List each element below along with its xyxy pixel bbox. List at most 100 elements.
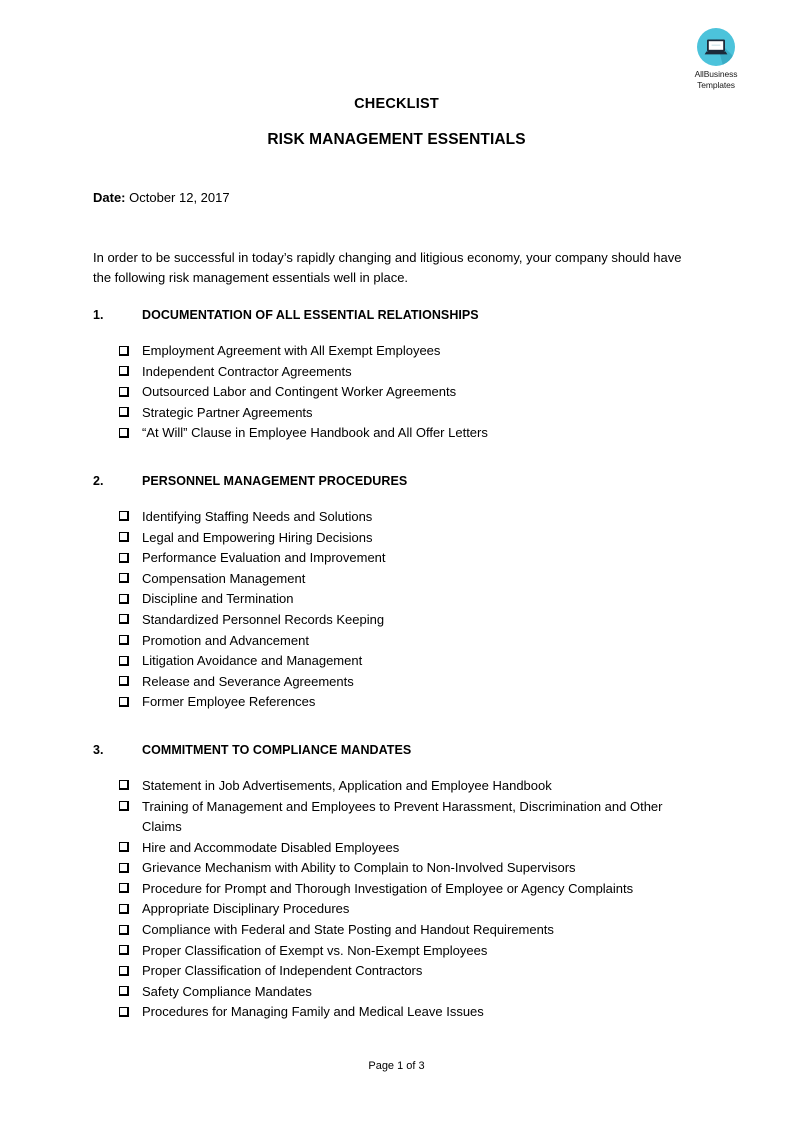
checkbox-icon[interactable] xyxy=(119,982,142,1003)
section-title: DOCUMENTATION OF ALL ESSENTIAL RELATIONS… xyxy=(142,308,479,322)
checkbox-square xyxy=(119,842,129,853)
checklist-item[interactable]: Performance Evaluation and Improvement xyxy=(93,548,703,569)
checklist-item-label: Employment Agreement with All Exempt Emp… xyxy=(142,343,441,358)
checkbox-icon[interactable] xyxy=(119,692,142,713)
checkbox-icon[interactable] xyxy=(119,899,142,920)
checklist-item[interactable]: Hire and Accommodate Disabled Employees xyxy=(93,838,703,859)
checklist-item-label: Standardized Personnel Records Keeping xyxy=(142,611,385,627)
checkbox-icon[interactable] xyxy=(119,362,142,383)
checkbox-icon[interactable] xyxy=(119,610,142,631)
brand-logo: AllBusiness Templates xyxy=(672,28,760,90)
checkbox-icon[interactable] xyxy=(119,507,142,528)
checklist-item[interactable]: Standardized Personnel Records Keeping xyxy=(93,610,703,631)
checkbox-square xyxy=(119,345,129,356)
checklist-item[interactable]: Grievance Mechanism with Ability to Comp… xyxy=(93,858,703,879)
checkbox-square xyxy=(119,676,129,687)
checkbox-icon[interactable] xyxy=(119,528,142,549)
document-subtitle: RISK MANAGEMENT ESSENTIALS xyxy=(267,131,526,148)
document-page: AllBusiness Templates CHECKLIST RISK MAN… xyxy=(0,0,793,1122)
section-number: 2. xyxy=(93,473,104,488)
section-heading: 3. COMMITMENT TO COMPLIANCE MANDATES xyxy=(93,741,703,759)
checklist-item[interactable]: Former Employee References xyxy=(93,692,703,713)
date-line: Date: October 12, 2017 xyxy=(93,189,230,206)
brand-name-line2: Templates xyxy=(697,79,735,90)
document-title: CHECKLIST xyxy=(354,96,439,112)
checkbox-square xyxy=(119,903,129,914)
checklist-item-label: Proper Classification of Independent Con… xyxy=(142,963,423,979)
checkbox-icon[interactable] xyxy=(119,631,142,652)
checklist-item[interactable]: “At Will” Clause in Employee Handbook an… xyxy=(93,423,703,444)
checklist-item[interactable]: Procedures for Managing Family and Medic… xyxy=(93,1002,703,1023)
checklist-item[interactable]: Litigation Avoidance and Management xyxy=(93,651,703,672)
checklist-item-label: “At Will” Clause in Employee Handbook an… xyxy=(142,425,488,441)
checklist-item-label: Safety Compliance Mandates xyxy=(142,983,312,999)
checkbox-icon[interactable] xyxy=(119,879,142,900)
checkbox-square xyxy=(119,965,129,976)
checkbox-square xyxy=(119,696,129,707)
checklist-item[interactable]: Strategic Partner Agreements xyxy=(93,403,703,424)
checklist-item-label: Identifying Staffing Needs and Solutions xyxy=(142,508,373,524)
brand-name: AllBusiness Templates xyxy=(672,69,760,90)
checkbox-icon[interactable] xyxy=(119,403,142,424)
checklist-item-label: Legal and Empowering Hiring Decisions xyxy=(142,529,373,545)
checkbox-square xyxy=(119,573,129,584)
checkbox-icon[interactable] xyxy=(119,1002,142,1023)
checklist-item[interactable]: Employment Agreement with All Exempt Emp… xyxy=(93,341,703,362)
checklist-item[interactable]: Proper Classification of Independent Con… xyxy=(93,961,703,982)
checklist-section: 1. DOCUMENTATION OF ALL ESSENTIAL RELATIO… xyxy=(93,306,703,444)
checklist-item[interactable]: Proper Classification of Exempt vs. Non-… xyxy=(93,941,703,962)
checklist-item[interactable]: Outsourced Labor and Contingent Worker A… xyxy=(93,382,703,403)
section-number: 3. xyxy=(93,742,104,757)
checklist-item[interactable]: Independent Contractor Agreements xyxy=(93,362,703,383)
checkbox-square xyxy=(119,427,129,438)
checklist-item[interactable]: Procedure for Prompt and Thorough Invest… xyxy=(93,879,703,900)
checkbox-icon[interactable] xyxy=(119,672,142,693)
laptop-icon xyxy=(704,39,728,55)
checkbox-icon[interactable] xyxy=(119,920,142,941)
checklist-item[interactable]: Compensation Management xyxy=(93,569,703,590)
checklist-item-label: Hire and Accommodate Disabled Employees xyxy=(142,839,400,855)
checklist-item[interactable]: Training of Management and Employees to … xyxy=(93,797,703,838)
checklist-item[interactable]: Appropriate Disciplinary Procedures xyxy=(93,899,703,920)
checklist-item-label: Procedures for Managing Family and Medic… xyxy=(142,1004,484,1020)
checkbox-icon[interactable] xyxy=(119,776,142,797)
section-heading: 1. DOCUMENTATION OF ALL ESSENTIAL RELATIO… xyxy=(93,306,703,324)
checklist-item-label: Compensation Management xyxy=(142,570,306,586)
checklist-item-label: Release and Severance Agreements xyxy=(142,673,354,689)
checkbox-icon[interactable] xyxy=(119,651,142,672)
checklist-item-label: Compliance with Federal and State Postin… xyxy=(142,922,554,938)
checklist-item[interactable]: Safety Compliance Mandates xyxy=(93,982,703,1003)
checklist-item[interactable]: Promotion and Advancement xyxy=(93,631,703,652)
checkbox-icon[interactable] xyxy=(119,589,142,610)
checkbox-square xyxy=(119,862,129,873)
checklist-item-label: Procedure for Prompt and Thorough Invest… xyxy=(142,880,634,896)
section-heading: 2. PERSONNEL MANAGEMENT PROCEDURES xyxy=(93,472,703,490)
checklist-sections: 1. DOCUMENTATION OF ALL ESSENTIAL RELATIO… xyxy=(93,306,703,1051)
brand-name-line1: AllBusiness xyxy=(694,69,738,79)
section-title: PERSONNEL MANAGEMENT PROCEDURES xyxy=(142,473,408,488)
checkbox-square xyxy=(119,511,129,522)
checkbox-icon[interactable] xyxy=(119,569,142,590)
checkbox-icon[interactable] xyxy=(119,341,142,362)
checklist-items: Identifying Staffing Needs and Solutions… xyxy=(93,507,703,713)
checklist-item[interactable]: Statement in Job Advertisements, Applica… xyxy=(93,776,703,797)
checklist-item[interactable]: Release and Severance Agreements xyxy=(93,672,703,693)
checklist-item[interactable]: Discipline and Termination xyxy=(93,589,703,610)
checkbox-icon[interactable] xyxy=(119,382,142,403)
checklist-section: 2. PERSONNEL MANAGEMENT PROCEDURES Identif… xyxy=(93,472,703,713)
checklist-item-label: Discipline and Termination xyxy=(142,591,294,607)
checkbox-icon[interactable] xyxy=(119,941,142,962)
checkbox-square xyxy=(119,924,129,935)
checklist-item[interactable]: Compliance with Federal and State Postin… xyxy=(93,920,703,941)
checkbox-icon[interactable] xyxy=(119,838,142,859)
checkbox-square xyxy=(119,366,129,377)
checklist-item[interactable]: Identifying Staffing Needs and Solutions xyxy=(93,507,703,528)
checkbox-icon[interactable] xyxy=(119,961,142,982)
checkbox-icon[interactable] xyxy=(119,423,142,444)
checkbox-icon[interactable] xyxy=(119,858,142,879)
checklist-item-label: Statement in Job Advertisements, Applica… xyxy=(142,777,552,793)
checkbox-icon[interactable] xyxy=(119,548,142,569)
checkbox-icon[interactable] xyxy=(119,797,142,818)
checklist-item[interactable]: Legal and Empowering Hiring Decisions xyxy=(93,528,703,549)
checklist-item-label: Promotion and Advancement xyxy=(142,632,309,648)
